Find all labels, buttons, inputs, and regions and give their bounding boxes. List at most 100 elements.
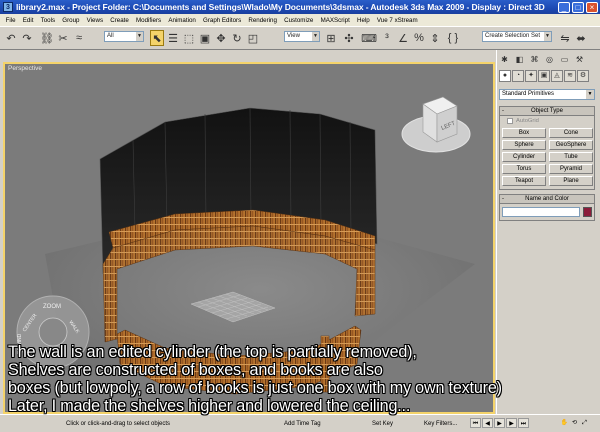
angle-snap-icon[interactable]: ∠	[396, 30, 410, 46]
named-selection-sets-dropdown[interactable]: Create Selection Set ▼	[482, 31, 552, 42]
name-and-color-header[interactable]: - Name and Color	[500, 195, 594, 204]
shapes-icon[interactable]: ◔	[512, 70, 524, 82]
set-key-button[interactable]: Set Key	[372, 421, 393, 427]
maximize-button[interactable]: □	[572, 1, 584, 13]
object-type-rollout: - Object Type AutoGrid Box Cone Sphere G…	[499, 106, 595, 190]
menu-bar: File Edit Tools Group Views Create Modif…	[0, 14, 600, 26]
window-crossing-icon[interactable]: ▣	[198, 30, 212, 46]
geosphere-button[interactable]: GeoSphere	[549, 140, 593, 150]
menu-modifiers[interactable]: Modifiers	[132, 17, 164, 24]
orbit-icon[interactable]: ⟲	[570, 418, 579, 428]
modify-tab-icon[interactable]: ◧	[514, 54, 525, 65]
display-tab-icon[interactable]: ▭	[559, 54, 570, 65]
torus-button[interactable]: Torus	[502, 164, 546, 174]
box-button[interactable]: Box	[502, 128, 546, 138]
pyramid-button[interactable]: Pyramid	[549, 164, 593, 174]
menu-views[interactable]: Views	[83, 17, 107, 24]
hierarchy-tab-icon[interactable]: ⌘	[529, 54, 540, 65]
menu-animation[interactable]: Animation	[165, 17, 200, 24]
snaps-toggle-icon[interactable]: ³	[380, 30, 394, 46]
minimize-button[interactable]: _	[558, 1, 570, 13]
cylinder-button[interactable]: Cylinder	[502, 152, 546, 162]
pan-icon[interactable]: ✋	[560, 418, 569, 428]
rectangular-selection-icon[interactable]: ⬚	[182, 30, 196, 46]
sphere-button[interactable]: Sphere	[502, 140, 546, 150]
menu-maxscript[interactable]: MAXScript	[317, 17, 353, 24]
menu-tools[interactable]: Tools	[37, 17, 59, 24]
name-field-row	[502, 207, 592, 217]
lights-icon[interactable]: ✦	[525, 70, 537, 82]
geometry-icon[interactable]: ●	[499, 70, 511, 82]
next-frame-icon[interactable]: ▶	[506, 418, 517, 428]
helpers-icon[interactable]: ◬	[551, 70, 563, 82]
status-prompt: Click or click-and-drag to select object…	[66, 421, 171, 427]
playback-controls: ⏮ ◀ ▶ ▶ ⏭	[470, 418, 529, 428]
menu-vue-xstream[interactable]: Vue 7 xStream	[373, 17, 421, 24]
pivot-center-icon[interactable]: ⊞	[324, 30, 338, 46]
menu-create[interactable]: Create	[107, 17, 133, 24]
play-icon[interactable]: ▶	[494, 418, 505, 428]
menu-customize[interactable]: Customize	[281, 17, 317, 24]
menu-file[interactable]: File	[2, 17, 19, 24]
unlink-icon[interactable]: ✂	[56, 30, 70, 46]
mirror-icon[interactable]: ⇋	[558, 30, 572, 46]
object-color-swatch[interactable]	[583, 207, 592, 217]
viewport-label[interactable]: Perspective	[8, 65, 42, 72]
utilities-tab-icon[interactable]: ⚒	[574, 54, 585, 65]
previous-frame-icon[interactable]: ◀	[482, 418, 493, 428]
menu-group[interactable]: Group	[59, 17, 83, 24]
primitive-category-dropdown[interactable]: Standard Primitives ▼	[499, 89, 595, 100]
maximize-viewport-icon[interactable]: ⤢	[580, 418, 589, 428]
autogrid-checkbox[interactable]: AutoGrid	[500, 116, 594, 126]
select-and-rotate-icon[interactable]: ↻	[230, 30, 244, 46]
systems-icon[interactable]: ⚙	[577, 70, 589, 82]
spinner-snap-icon[interactable]: ⇕	[428, 30, 442, 46]
select-and-link-icon[interactable]: ⛓	[40, 30, 54, 46]
menu-rendering[interactable]: Rendering	[245, 17, 281, 24]
select-object-icon[interactable]: ⬉	[150, 30, 164, 46]
checkbox-icon	[507, 118, 513, 124]
select-and-scale-icon[interactable]: ◰	[246, 30, 260, 46]
plane-button[interactable]: Plane	[549, 176, 593, 186]
main-toolbar: ↶ ↷ ⛓ ✂ ≈ All ▼ ⬉ ☰ ⬚ ▣ ✥ ↻ ◰ View ▼ ⊞ ✣…	[0, 26, 600, 50]
key-filters-button[interactable]: Key Filters...	[424, 421, 457, 427]
viewcube[interactable]: LEFT	[401, 96, 471, 153]
tube-button[interactable]: Tube	[549, 152, 593, 162]
subtitle-line: Later, I made the shelves higher and low…	[8, 397, 411, 415]
close-button[interactable]: ×	[586, 1, 598, 13]
go-to-start-icon[interactable]: ⏮	[470, 418, 481, 428]
align-icon[interactable]: ⬌	[574, 30, 588, 46]
create-tab-icon[interactable]: ✱	[499, 54, 510, 65]
space-warps-icon[interactable]: ≋	[564, 70, 576, 82]
go-to-end-icon[interactable]: ⏭	[518, 418, 529, 428]
menu-edit[interactable]: Edit	[19, 17, 37, 24]
select-manipulate-icon[interactable]: ✣	[342, 30, 356, 46]
object-type-title: Object Type	[531, 108, 563, 114]
keyboard-shortcut-icon[interactable]: ⌨	[361, 30, 377, 46]
selection-filter-dropdown[interactable]: All ▼	[104, 31, 144, 42]
select-and-move-icon[interactable]: ✥	[214, 30, 228, 46]
object-name-input[interactable]	[502, 207, 581, 217]
bind-space-warp-icon[interactable]: ≈	[72, 30, 86, 46]
menu-help[interactable]: Help	[353, 17, 373, 24]
named-selection-sets-icon[interactable]: { }	[446, 30, 460, 46]
status-bar: Click or click-and-drag to select object…	[0, 414, 600, 432]
cameras-icon[interactable]: ▣	[538, 70, 550, 82]
subtitle-caption: The wall is an edited cylinder (the top …	[8, 343, 598, 415]
select-by-name-icon[interactable]: ☰	[166, 30, 180, 46]
collapse-icon: -	[502, 196, 504, 202]
percent-snap-icon[interactable]: %	[412, 30, 426, 46]
chevron-down-icon: ▼	[136, 32, 143, 41]
motion-tab-icon[interactable]: ◎	[544, 54, 555, 65]
object-type-header[interactable]: - Object Type	[500, 107, 594, 116]
menu-graph-editors[interactable]: Graph Editors	[199, 17, 244, 24]
add-time-tag[interactable]: Add Time Tag	[284, 421, 321, 427]
collapse-icon: -	[502, 108, 504, 114]
app-icon[interactable]: 3	[3, 2, 13, 12]
cone-button[interactable]: Cone	[549, 128, 593, 138]
reference-coordinate-dropdown[interactable]: View ▼	[284, 31, 320, 42]
undo-icon[interactable]: ↶	[4, 30, 18, 46]
redo-icon[interactable]: ↷	[20, 30, 34, 46]
wheel-zoom[interactable]: ZOOM	[43, 304, 61, 310]
teapot-button[interactable]: Teapot	[502, 176, 546, 186]
